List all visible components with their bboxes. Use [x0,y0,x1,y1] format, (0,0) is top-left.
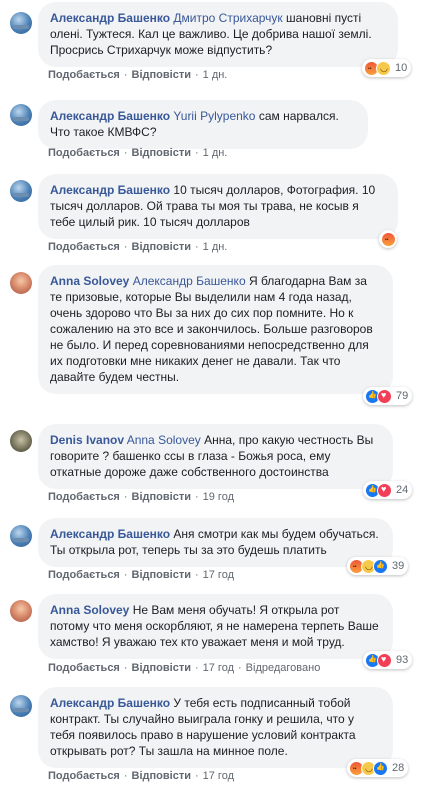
comment-text: Я благодарна Вам за те призовые, которые… [50,274,373,384]
comment-bubble: Anna Solovey Не Вам меня обучать! Я откр… [38,594,393,659]
comment-time[interactable]: 1 дн. [203,69,228,81]
separator: · [123,662,128,674]
comment-actions: Подобається · Відповісти · 17 год [48,569,234,581]
reaction-count: 93 [396,654,409,666]
comment-time[interactable]: 19 год [203,491,234,503]
comment-time[interactable]: 17 год [203,662,234,674]
comment-author[interactable]: Александр Башенко [50,527,170,541]
separator: · [123,770,128,782]
like-link[interactable]: Подобається [48,147,120,159]
comment-bubble: Александр Башенко Дмитро Стрихарчук шано… [38,2,398,67]
separator: · [194,569,199,581]
reaction-count: 10 [395,62,408,74]
comment-author[interactable]: Denis Ivanov [50,433,124,447]
reply-link[interactable]: Відповісти [132,569,191,581]
love-reaction-icon [377,652,392,668]
comment-author[interactable]: Anna Solovey [50,603,129,617]
separator: · [238,662,242,674]
separator: · [123,569,128,581]
avatar[interactable] [10,525,32,547]
avatar[interactable] [10,695,32,717]
comment-bubble: Александр Башенко Yurii Pylypenko сам на… [38,100,368,149]
comment-time[interactable]: 1 дн. [203,147,228,159]
separator: · [123,147,128,159]
comment-mention[interactable]: Yurii Pylypenko [173,109,255,123]
avatar[interactable] [10,12,32,34]
separator: · [194,770,199,782]
edited-label[interactable]: Відредаговано [246,662,321,674]
comment-mention[interactable]: Дмитро Стрихарчук [173,11,282,25]
comment-author[interactable]: Александр Башенко [50,183,170,197]
comment-actions: Подобається · Відповісти · 1 дн. [48,241,227,253]
comment-author[interactable]: Александр Башенко [50,696,170,710]
like-link[interactable]: Подобається [48,569,120,581]
comment-bubble: Александр Башенко 10 тысяч долларов, Фот… [38,174,398,239]
comment-actions: Подобається · Відповісти · 19 год [48,491,234,503]
reaction-count: 39 [392,560,405,572]
comment-bubble: Александр Башенко У тебя есть подписанны… [38,687,393,768]
comment-time[interactable]: 17 год [203,569,234,581]
comment-mention[interactable]: Anna Solovey [127,433,201,447]
reactions-summary[interactable]: 39 [347,557,409,575]
comment-time[interactable]: 17 год [203,770,234,782]
avatar[interactable] [10,272,32,294]
separator: · [194,147,199,159]
reaction-count: 24 [396,484,409,496]
reply-link[interactable]: Відповісти [132,147,191,159]
separator: · [123,69,128,81]
comment-actions: Подобається · Відповісти · 1 дн. [48,147,227,159]
reactions-summary[interactable]: 28 [347,759,409,777]
reactions-summary[interactable] [379,230,397,248]
reactions-summary[interactable]: 79 [363,387,413,405]
comment-mention[interactable]: Александр Башенко [133,274,246,288]
comment-bubble: Denis Ivanov Anna Solovey Анна, про каку… [38,424,393,489]
reaction-count: 28 [392,762,405,774]
reply-link[interactable]: Відповісти [132,770,191,782]
like-link[interactable]: Подобається [48,770,120,782]
love-reaction-icon [377,482,392,498]
separator: · [123,491,128,503]
separator: · [123,241,128,253]
laugh-reaction-icon [376,60,391,76]
reply-link[interactable]: Відповісти [132,662,191,674]
comment-author[interactable]: Александр Башенко [50,11,170,25]
comment-time[interactable]: 1 дн. [203,241,228,253]
like-reaction-icon [373,558,388,574]
reply-link[interactable]: Відповісти [132,491,191,503]
separator: · [194,241,199,253]
avatar[interactable] [10,430,32,452]
comment-actions: Подобається · Відповісти · 17 год · Відредагов… [48,662,320,674]
reactions-summary[interactable]: 93 [363,651,413,669]
angry-reaction-icon [381,231,396,247]
comment-author[interactable]: Александр Башенко [50,109,170,123]
avatar[interactable] [10,104,32,126]
comment-actions: Подобається · Відповісти · 1 дн. [48,69,227,81]
avatar[interactable] [10,180,32,202]
separator: · [194,69,199,81]
like-link[interactable]: Подобається [48,662,120,674]
comment-actions: Подобається · Відповісти · 17 год [48,770,234,782]
reactions-summary[interactable]: 10 [362,59,412,77]
avatar[interactable] [10,600,32,622]
separator: · [194,491,199,503]
comment-bubble: Anna Solovey Александр Башенко Я благода… [38,265,393,394]
comment-bubble: Александр Башенко Аня смотри как мы буде… [38,518,393,567]
like-link[interactable]: Подобається [48,491,120,503]
like-link[interactable]: Подобається [48,69,120,81]
like-reaction-icon [373,760,388,776]
reactions-summary[interactable]: 24 [363,481,413,499]
reply-link[interactable]: Відповісти [132,69,191,81]
love-reaction-icon [377,388,392,404]
separator: · [194,662,199,674]
reply-link[interactable]: Відповісти [132,241,191,253]
like-link[interactable]: Подобається [48,241,120,253]
reaction-count: 79 [396,390,409,402]
comment-author[interactable]: Anna Solovey [50,274,129,288]
